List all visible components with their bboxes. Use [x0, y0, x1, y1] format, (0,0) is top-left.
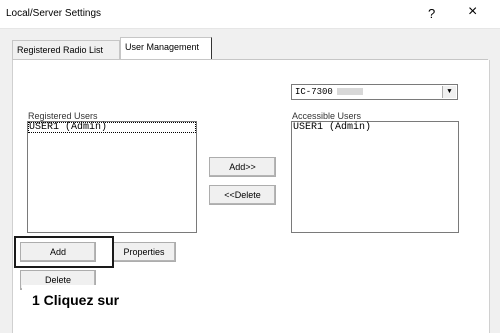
list-item[interactable]: USER1 (Admin) — [28, 122, 196, 133]
tab-label: Registered Radio List — [17, 45, 104, 55]
redacted-serial — [336, 88, 363, 96]
title-bar: Local/Server Settings ? × — [0, 0, 500, 29]
list-item[interactable]: USER1 (Admin) — [292, 122, 458, 133]
delete-from-accessible-button[interactable]: <<Delete — [209, 185, 276, 205]
tab-registered-radio-list[interactable]: Registered Radio List — [12, 40, 120, 59]
window-title: Local/Server Settings — [6, 8, 102, 19]
help-button[interactable]: ? — [428, 6, 435, 21]
close-button[interactable]: × — [468, 4, 477, 20]
tab-label: User Management — [125, 42, 200, 52]
properties-button[interactable]: Properties — [112, 242, 176, 262]
registered-users-label: Registered Users — [28, 111, 98, 121]
highlight-box — [14, 236, 114, 268]
add-to-accessible-button[interactable]: Add>> — [209, 157, 276, 177]
instruction-callout: 1 Cliquez sur — [22, 285, 134, 315]
accessible-users-list[interactable]: USER1 (Admin) — [291, 121, 459, 233]
chevron-down-icon[interactable]: ▼ — [442, 86, 456, 98]
tab-user-management[interactable]: User Management — [120, 37, 212, 60]
registered-users-list[interactable]: USER1 (Admin) — [27, 121, 197, 233]
radio-select-value: IC-7300 — [295, 87, 333, 97]
radio-select[interactable]: IC-7300 ▼ — [291, 84, 458, 100]
accessible-users-label: Accessible Users — [292, 111, 362, 121]
